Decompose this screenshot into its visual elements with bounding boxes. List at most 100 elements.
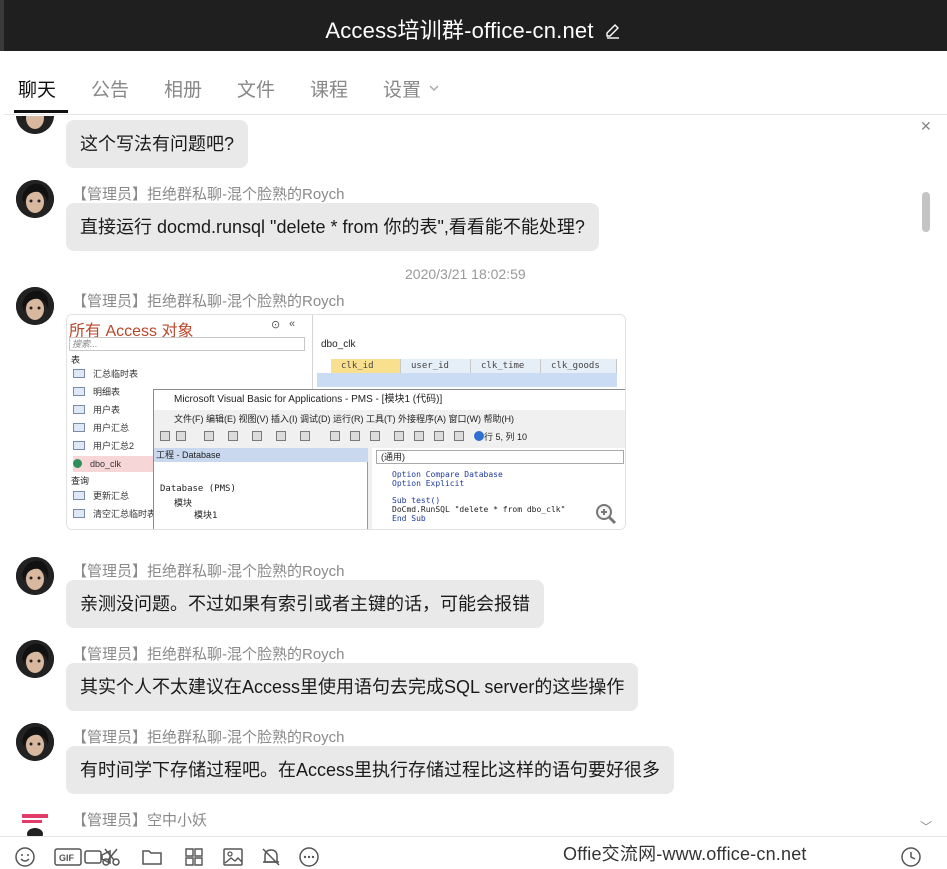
- column-header: user_id: [401, 359, 471, 373]
- message-bubble[interactable]: 亲测没问题。不过如果有索引或者主键的话，可能会报错: [66, 580, 544, 628]
- vbe-toolbar: 行 5, 列 10: [154, 428, 625, 446]
- close-icon[interactable]: ✕: [920, 118, 932, 135]
- nav-table-item: 用户汇总: [73, 420, 129, 436]
- active-tab-indicator: [14, 110, 68, 113]
- message-timestamp: 2020/3/21 18:02:59: [405, 266, 526, 282]
- message-bubble[interactable]: 这个写法有问题吧?: [66, 120, 249, 168]
- screenshot-image[interactable]: 所有 Access 对象 ⊙ « 搜索... 表 汇总临时表 明细表 用户表 用…: [66, 314, 626, 530]
- history-clock-icon[interactable]: [900, 846, 922, 868]
- chevron-down-icon: [429, 77, 439, 92]
- image-icon[interactable]: [222, 846, 244, 868]
- tab-announcement[interactable]: 公告: [91, 75, 129, 102]
- avatar[interactable]: [16, 180, 54, 218]
- chevron-down-icon[interactable]: ﹀: [920, 818, 932, 835]
- datasheet-view: dbo_clk clk_id user_id clk_time clk_good…: [313, 315, 625, 395]
- toolbar-icon: [204, 431, 214, 441]
- nav-table-item: 汇总临时表: [73, 366, 138, 382]
- table-icon: [73, 387, 85, 396]
- datasheet-tab: dbo_clk: [321, 339, 356, 350]
- screenshot-icon[interactable]: [183, 846, 205, 868]
- table-icon: [73, 423, 85, 432]
- code-window: (通用) Option Compare Database Option Expl…: [372, 448, 625, 529]
- avatar[interactable]: [16, 640, 54, 678]
- tab-album[interactable]: 相册: [164, 75, 202, 102]
- code-line: Option Explicit: [392, 479, 465, 488]
- toolbar-icon: [454, 431, 464, 441]
- vbe-window: Microsoft Visual Basic for Applications …: [153, 389, 625, 529]
- query-icon: [73, 491, 85, 500]
- toolbar-icon: [434, 431, 444, 441]
- watermark-text: Offie交流网-www.office-cn.net: [563, 844, 807, 864]
- new-record-row: [317, 373, 617, 387]
- sender-name: 【管理员】拒绝群私聊-混个脸熟的Roych: [72, 563, 345, 580]
- table-icon: [73, 441, 85, 450]
- column-header: clk_id: [331, 359, 401, 373]
- more-icon[interactable]: [298, 846, 320, 868]
- toolbar-icon: [300, 431, 310, 441]
- tab-bar: 聊天 公告 相册 文件 课程 设置: [4, 51, 947, 115]
- gif-icon[interactable]: GIF: [54, 846, 82, 868]
- code-object-dropdown: (通用): [376, 450, 624, 464]
- nav-search-box: 搜索...: [69, 337, 305, 351]
- title-bar: Access培训群-office-cn.net: [0, 0, 947, 51]
- project-explorer-title: 工程 - Database: [154, 448, 368, 462]
- toolbar-icon: [276, 431, 286, 441]
- pencil-icon[interactable]: [604, 20, 622, 39]
- scissors-icon[interactable]: [100, 846, 122, 868]
- table-icon: [73, 405, 85, 414]
- sender-name: 【管理员】拒绝群私聊-混个脸熟的Roych: [72, 729, 345, 746]
- query-icon: [73, 509, 85, 518]
- message-bubble[interactable]: 其实个人不太建议在Access里使用语句去完成SQL server的这些操作: [66, 663, 639, 711]
- avatar[interactable]: [16, 287, 54, 325]
- group-title-text: Access培训群-office-cn.net: [325, 18, 594, 43]
- tab-course[interactable]: 课程: [310, 75, 348, 102]
- vbe-menu-bar: 文件(F) 编辑(E) 视图(V) 插入(I) 调试(D) 运行(R) 工具(T…: [174, 414, 514, 424]
- nav-table-item: 用户汇总2: [73, 438, 134, 454]
- sender-name: 【管理员】拒绝群私聊-混个脸熟的Roych: [72, 646, 345, 663]
- tab-settings[interactable]: 设置: [383, 75, 439, 102]
- toolbar-icon: [370, 431, 380, 441]
- linked-table-icon: [73, 459, 82, 468]
- nav-section-queries: 查询: [71, 476, 90, 486]
- bell-mute-icon[interactable]: [260, 846, 282, 868]
- code-line: Sub test(): [392, 496, 441, 505]
- tab-chat[interactable]: 聊天: [18, 75, 56, 102]
- code-line: Option Compare Database: [392, 470, 503, 479]
- avatar[interactable]: [16, 723, 54, 761]
- avatar[interactable]: [16, 116, 54, 134]
- help-icon: [474, 431, 484, 441]
- toolbar-icon: [394, 431, 404, 441]
- sender-name: 【管理员】拒绝群私聊-混个脸熟的Roych: [72, 293, 345, 310]
- project-node: Database (PMS): [160, 484, 236, 494]
- avatar[interactable]: [16, 557, 54, 595]
- project-explorer: 工程 - Database Database (PMS) 模块 模块1: [154, 448, 368, 529]
- nav-section-tables: 表: [71, 355, 81, 365]
- toolbar-icon: [414, 431, 424, 441]
- folder-icon[interactable]: [141, 846, 163, 868]
- chat-area[interactable]: 这个写法有问题吧? 【管理员】拒绝群私聊-混个脸熟的Roych 直接运行 doc…: [4, 116, 937, 836]
- project-node: 模块1: [194, 511, 218, 521]
- group-title: Access培训群-office-cn.net: [0, 13, 947, 45]
- chat-scrollbar[interactable]: [922, 192, 930, 232]
- tab-files[interactable]: 文件: [237, 75, 275, 102]
- cursor-position: 行 5, 列 10: [484, 432, 528, 442]
- toolbar-icon: [350, 431, 360, 441]
- project-node: 模块: [174, 499, 193, 509]
- message-bubble[interactable]: 有时间学下存储过程吧。在Access里执行存储过程比这样的语句要好很多: [66, 746, 675, 794]
- nav-query-item: 更新汇总: [73, 488, 129, 504]
- nav-table-item: 用户表: [73, 402, 120, 418]
- vbe-title: Microsoft Visual Basic for Applications …: [154, 390, 625, 410]
- qq-group-window: Access培训群-office-cn.net 聊天 公告 相册 文件 课程 设…: [0, 0, 947, 869]
- nav-options-icon: ⊙: [271, 319, 281, 331]
- column-header: clk_goods: [541, 359, 617, 373]
- column-header: clk_time: [471, 359, 541, 373]
- emoji-icon[interactable]: [14, 846, 36, 868]
- code-line: End Sub: [392, 514, 426, 523]
- avatar[interactable]: [20, 810, 50, 836]
- nav-table-item: 明细表: [73, 384, 120, 400]
- zoom-in-icon[interactable]: [595, 503, 617, 525]
- toolbar-icon: [176, 431, 186, 441]
- message-bubble[interactable]: 直接运行 docmd.runsql "delete * from 你的表",看看…: [66, 203, 599, 251]
- run-icon: [330, 431, 340, 441]
- table-icon: [73, 369, 85, 378]
